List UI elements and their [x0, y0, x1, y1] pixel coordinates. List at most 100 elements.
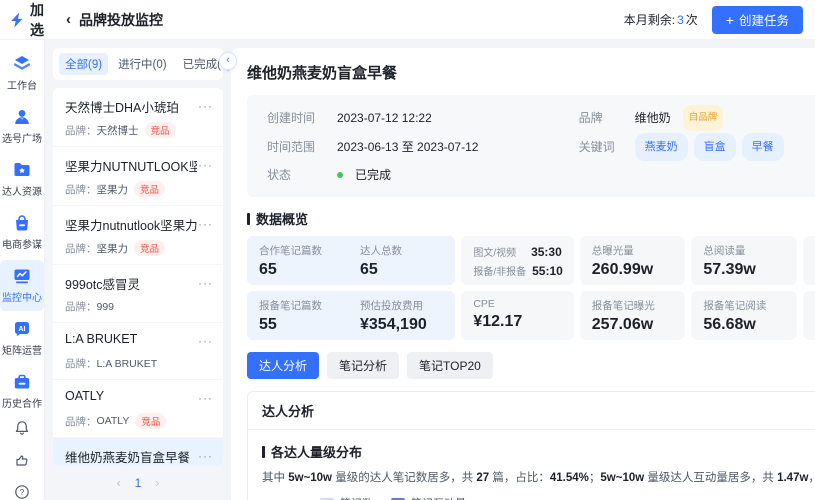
- task-list-item[interactable]: OATLY···品牌：OATLY竞品: [53, 379, 223, 437]
- plus-icon: +: [726, 12, 734, 28]
- detail-panel: 维他奶燕麦奶盲盒早餐 导出报告 创建时间 2023-07-12 12:22 品牌: [231, 48, 815, 500]
- metric-value: 257.06w: [592, 316, 674, 334]
- task-item-title: 天然博士DHA小琥珀: [65, 97, 179, 116]
- task-brand-label: 品牌：: [65, 123, 97, 138]
- sidebar-item-briefcase[interactable]: 历史合作: [0, 366, 44, 417]
- analysis-tab[interactable]: 笔记TOP20: [407, 352, 493, 379]
- sidebar-item-label: 监控中心: [2, 289, 42, 304]
- metric: 达人总数 65: [360, 243, 402, 279]
- sidebar-item-bag[interactable]: 电商参谋: [0, 207, 44, 258]
- task-item-title: 坚果力nutnutlook坚果力: [65, 215, 197, 234]
- metric-value: 57.39w: [703, 261, 785, 279]
- metric-value: 55: [259, 316, 322, 334]
- sidebar-item-ai[interactable]: AI矩阵运营: [0, 313, 44, 364]
- sidebar-item-workbench[interactable]: 工作台: [0, 48, 44, 99]
- analysis-tab[interactable]: 笔记分析: [327, 352, 399, 379]
- status-dot-icon: [337, 172, 343, 178]
- task-list-item[interactable]: 999otc感冒灵···品牌：999: [53, 264, 223, 322]
- task-list-column: 全部(9)进行中(0)已完成(9) 天然博士DHA小琥珀···品牌：天然博士竞品…: [45, 40, 223, 500]
- metric-card: 总互动量2.9w: [803, 236, 815, 285]
- more-options-icon[interactable]: ···: [198, 274, 213, 292]
- logo-text: 加选: [30, 0, 54, 40]
- folder-star-icon: [12, 160, 32, 180]
- task-tab[interactable]: 全部(9): [59, 53, 108, 75]
- metric-label: CPE: [473, 298, 561, 310]
- created-label: 创建时间: [267, 106, 337, 130]
- bell-icon[interactable]: [13, 419, 31, 437]
- task-list-item[interactable]: 维他奶燕麦奶盲盒早餐···品牌：维他奶自品牌: [53, 437, 223, 466]
- metric-label: 报备笔记篇数: [259, 298, 322, 313]
- task-brand-label: 品牌：: [65, 356, 97, 371]
- more-options-icon[interactable]: ···: [198, 215, 213, 233]
- legend-label: 笔记数: [340, 495, 373, 500]
- sidebar-item-label: 矩阵运营: [2, 342, 42, 357]
- competitor-tag: 竞品: [134, 181, 165, 197]
- task-item-title: OATLY: [65, 389, 104, 403]
- metric-label: 预估投放费用: [360, 298, 427, 313]
- status-value: 已完成: [337, 163, 579, 187]
- metric-card: 报备笔记阅读56.68w: [691, 291, 797, 340]
- task-list-item[interactable]: 坚果力nutnutlook坚果力···品牌：坚果力竞品: [53, 205, 223, 264]
- keyword-tag: 盲盒: [694, 133, 736, 161]
- metric: 报备笔记篇数 55: [259, 298, 322, 334]
- task-brand-value: L:A BRUKET: [97, 358, 158, 370]
- metric-card: 合作笔记篇数65达人总数65: [247, 236, 455, 285]
- sidebar-item-folder-star[interactable]: 达人资源: [0, 154, 44, 205]
- metric-label: 报备笔记阅读: [703, 298, 785, 313]
- metric-label: 达人总数: [360, 243, 402, 258]
- feedback-icon[interactable]: [13, 451, 31, 469]
- app-logo[interactable]: 加选: [8, 0, 54, 40]
- create-task-button[interactable]: + 创建任务: [712, 6, 803, 34]
- sidebar-item-label: 工作台: [7, 77, 37, 92]
- metric: 图文/视频35:30: [473, 244, 561, 259]
- more-options-icon[interactable]: ···: [198, 332, 213, 350]
- metric-value: 55:10: [532, 264, 563, 278]
- more-options-icon[interactable]: ···: [198, 97, 213, 115]
- task-list-item[interactable]: 天然博士DHA小琥珀···品牌：天然博士竞品: [53, 88, 223, 146]
- more-options-icon[interactable]: ···: [198, 389, 213, 407]
- brand-value: 维他奶 自品牌: [635, 105, 815, 131]
- metric-label: 报备笔记曝光: [592, 298, 674, 313]
- back-icon[interactable]: ‹: [66, 11, 71, 28]
- task-brand-value: OATLY: [97, 415, 130, 427]
- task-list-item[interactable]: 坚果力NUTNUTLOOK坚果力...···品牌：坚果力竞品: [53, 146, 223, 205]
- next-page-icon[interactable]: ›: [155, 476, 159, 490]
- own-brand-tag: 自品牌: [683, 105, 724, 131]
- sidebar-bottom: ?: [9, 419, 35, 500]
- sidebar-bottom-icons: ?: [13, 419, 31, 500]
- keyword-tag: 燕麦奶: [635, 133, 688, 161]
- sidebar-item-monitor-chart[interactable]: 监控中心: [0, 260, 44, 311]
- sidebar-item-user[interactable]: 选号广场: [0, 101, 44, 152]
- range-label: 时间范围: [267, 135, 337, 159]
- analysis-tab[interactable]: 达人分析: [247, 352, 319, 379]
- metric-label: 报备/非报备: [473, 263, 526, 278]
- competitor-tag: 竞品: [135, 413, 166, 429]
- more-options-icon[interactable]: ···: [198, 156, 213, 174]
- task-brand-label: 品牌：: [65, 299, 97, 314]
- metric: 报备/非报备 55:10: [473, 263, 561, 278]
- metric-card: CPE ¥12.17: [461, 291, 573, 340]
- prev-page-icon[interactable]: ‹: [117, 476, 121, 490]
- brand-label: 品牌: [579, 106, 635, 130]
- legend-item[interactable]: 笔记互动量: [391, 495, 466, 500]
- keyword-tag: 早餐: [742, 133, 784, 161]
- sidebar-item-label: 达人资源: [2, 183, 42, 198]
- task-brand-value: 坚果力: [97, 182, 129, 197]
- legend-item[interactable]: 笔记数: [320, 495, 373, 500]
- metric: 预估投放费用¥354,190: [360, 298, 427, 334]
- task-list-item[interactable]: L:A BRUKET···品牌：L:A BRUKET: [53, 322, 223, 379]
- more-options-icon[interactable]: ···: [198, 447, 213, 465]
- task-item-title: 坚果力NUTNUTLOOK坚果力...: [65, 156, 197, 175]
- svg-text:?: ?: [20, 488, 25, 497]
- main-panel-wrap: ‹ 维他奶燕麦奶盲盒早餐 导出报告 创建时间 2023-07-12 12:22: [223, 40, 815, 500]
- created-value: 2023-07-12 12:22: [337, 106, 579, 130]
- sidebar-item-label: 电商参谋: [2, 236, 42, 251]
- workbench-icon: [12, 54, 32, 74]
- task-tab[interactable]: 进行中(0): [112, 53, 173, 75]
- help-icon[interactable]: ?: [13, 483, 31, 500]
- collapse-panel-icon[interactable]: ‹: [219, 52, 237, 70]
- monitor-chart-icon: [12, 266, 32, 286]
- metric-value: 65: [360, 261, 402, 279]
- metric-value: ¥12.17: [473, 313, 561, 331]
- page-number[interactable]: 1: [135, 476, 142, 490]
